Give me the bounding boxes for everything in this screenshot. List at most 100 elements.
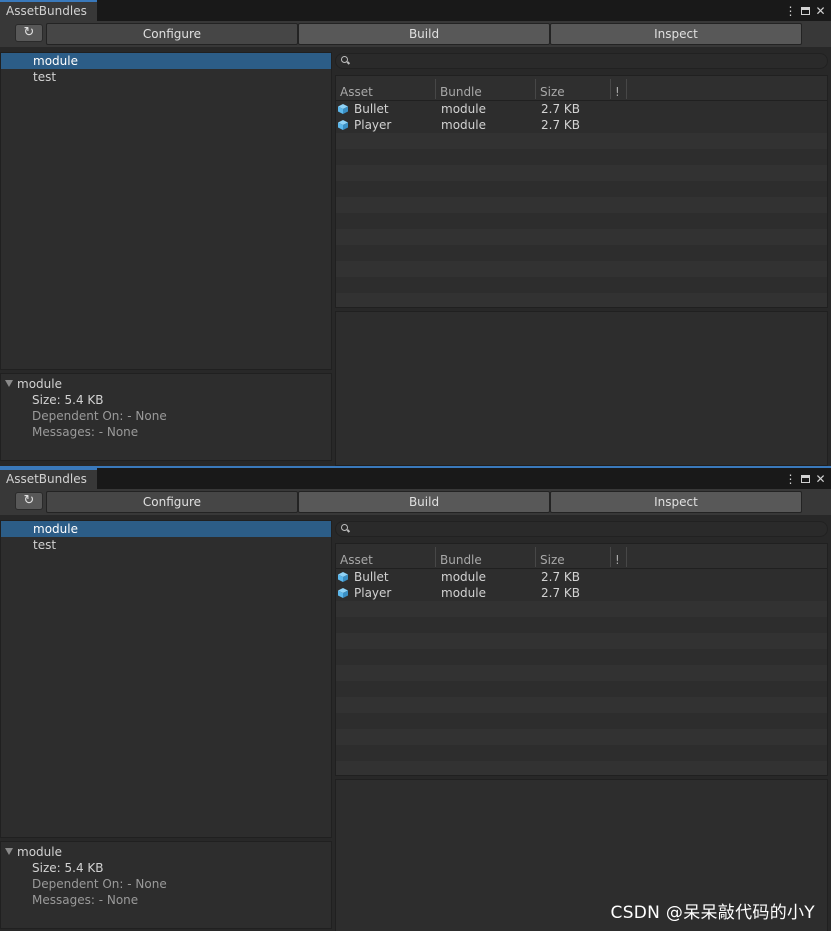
window-tabbar: AssetBundles ⋮ ✕ xyxy=(0,468,831,489)
toolbar: ↻ Configure Build Inspect xyxy=(0,489,831,515)
asset-table: Asset Bundle Size ! Bullet module 2.7 KB… xyxy=(335,75,828,308)
bundle-details: module Size: 5.4 KB Dependent On: - None… xyxy=(0,373,332,461)
maximize-icon[interactable] xyxy=(801,475,810,483)
bundle-details: module Size: 5.4 KB Dependent On: - None… xyxy=(0,841,332,929)
prefab-cube-icon xyxy=(338,572,348,582)
empty-row xyxy=(336,277,827,293)
empty-row xyxy=(336,681,827,697)
refresh-button[interactable]: ↻ xyxy=(15,492,43,510)
expand-triangle-icon[interactable] xyxy=(5,380,13,387)
prefab-cube-icon xyxy=(338,104,348,114)
configure-tab-button[interactable]: Configure xyxy=(46,23,298,45)
build-tab-button[interactable]: Build xyxy=(298,491,550,513)
maximize-icon[interactable] xyxy=(801,7,810,15)
details-dependent-on: Dependent On: - None xyxy=(32,877,167,891)
mode-toolbar: Configure Build Inspect xyxy=(46,23,802,45)
search-icon xyxy=(341,524,348,531)
asset-bundles-window-top: AssetBundles ⋮ ✕ ↻ Configure Build Inspe… xyxy=(0,0,831,466)
prefab-cube-icon xyxy=(338,588,348,598)
close-icon[interactable]: ✕ xyxy=(814,472,827,486)
column-header-size[interactable]: Size xyxy=(536,84,565,100)
table-row[interactable]: Player module 2.7 KB xyxy=(336,585,827,601)
asset-table: Asset Bundle Size ! Bullet module 2.7 KB… xyxy=(335,543,828,776)
details-messages: Messages: - None xyxy=(32,893,139,907)
asset-name: Player xyxy=(354,118,392,132)
column-header-asset[interactable]: Asset xyxy=(336,84,373,100)
expand-triangle-icon[interactable] xyxy=(5,848,13,855)
window-tab[interactable]: AssetBundles xyxy=(0,0,97,21)
toolbar: ↻ Configure Build Inspect xyxy=(0,21,831,47)
more-options-icon[interactable]: ⋮ xyxy=(784,4,797,18)
empty-row xyxy=(336,181,827,197)
asset-preview-panel xyxy=(335,311,828,466)
inspect-tab-button[interactable]: Inspect xyxy=(550,23,802,45)
refresh-icon: ↻ xyxy=(23,493,35,508)
table-body: Bullet module 2.7 KB Player module 2.7 K… xyxy=(336,101,827,307)
refresh-button[interactable]: ↻ xyxy=(15,24,43,42)
window-controls: ⋮ ✕ xyxy=(784,470,827,488)
bundle-item-module[interactable]: module xyxy=(1,521,331,537)
column-header-warning[interactable]: ! xyxy=(611,84,620,100)
column-header-bundle[interactable]: Bundle xyxy=(436,84,482,100)
column-header-size[interactable]: Size xyxy=(536,552,565,568)
empty-row xyxy=(336,197,827,213)
empty-row xyxy=(336,697,827,713)
details-dependent-on: Dependent On: - None xyxy=(32,409,167,423)
empty-row xyxy=(336,633,827,649)
table-header: Asset Bundle Size ! xyxy=(336,544,827,569)
search-input[interactable] xyxy=(335,53,828,69)
empty-row xyxy=(336,745,827,761)
asset-bundle: module xyxy=(441,586,486,600)
column-divider[interactable] xyxy=(626,79,627,99)
asset-name: Bullet xyxy=(354,570,389,584)
empty-row xyxy=(336,245,827,261)
asset-size: 2.7 KB xyxy=(541,570,580,584)
empty-row xyxy=(336,729,827,745)
details-bundle-name: module xyxy=(17,377,62,391)
empty-row xyxy=(336,149,827,165)
column-header-bundle[interactable]: Bundle xyxy=(436,552,482,568)
table-body: Bullet module 2.7 KB Player module 2.7 K… xyxy=(336,569,827,775)
bundle-list: module test xyxy=(0,520,332,838)
table-row[interactable]: Bullet module 2.7 KB xyxy=(336,101,827,117)
asset-bundles-window-bottom: AssetBundles ⋮ ✕ ↻ Configure Build Inspe… xyxy=(0,466,831,931)
asset-size: 2.7 KB xyxy=(541,586,580,600)
column-divider[interactable] xyxy=(626,547,627,567)
bundle-item-test[interactable]: test xyxy=(1,69,331,85)
empty-row xyxy=(336,165,827,181)
details-size: Size: 5.4 KB xyxy=(32,861,104,875)
table-row[interactable]: Player module 2.7 KB xyxy=(336,117,827,133)
bundle-item-test[interactable]: test xyxy=(1,537,331,553)
close-icon[interactable]: ✕ xyxy=(814,4,827,18)
asset-name: Bullet xyxy=(354,102,389,116)
empty-row xyxy=(336,665,827,681)
window-tabbar: AssetBundles ⋮ ✕ xyxy=(0,0,831,21)
empty-row xyxy=(336,261,827,277)
window-controls: ⋮ ✕ xyxy=(784,2,827,20)
details-header[interactable]: module xyxy=(1,844,331,860)
column-header-warning[interactable]: ! xyxy=(611,552,620,568)
details-size: Size: 5.4 KB xyxy=(32,393,104,407)
asset-size: 2.7 KB xyxy=(541,102,580,116)
inspect-tab-button[interactable]: Inspect xyxy=(550,491,802,513)
prefab-cube-icon xyxy=(338,120,348,130)
asset-bundle: module xyxy=(441,102,486,116)
bundle-item-module[interactable]: module xyxy=(1,53,331,69)
build-tab-button[interactable]: Build xyxy=(298,23,550,45)
configure-tab-button[interactable]: Configure xyxy=(46,491,298,513)
window-tab[interactable]: AssetBundles xyxy=(0,468,97,489)
details-header[interactable]: module xyxy=(1,376,331,392)
empty-row xyxy=(336,601,827,617)
bundle-list: module test xyxy=(0,52,332,370)
details-bundle-name: module xyxy=(17,845,62,859)
details-messages: Messages: - None xyxy=(32,425,139,439)
table-header: Asset Bundle Size ! xyxy=(336,76,827,101)
empty-row xyxy=(336,617,827,633)
column-header-asset[interactable]: Asset xyxy=(336,552,373,568)
empty-row xyxy=(336,133,827,149)
empty-row xyxy=(336,213,827,229)
table-row[interactable]: Bullet module 2.7 KB xyxy=(336,569,827,585)
search-input[interactable] xyxy=(335,521,828,537)
empty-row xyxy=(336,649,827,665)
more-options-icon[interactable]: ⋮ xyxy=(784,472,797,486)
